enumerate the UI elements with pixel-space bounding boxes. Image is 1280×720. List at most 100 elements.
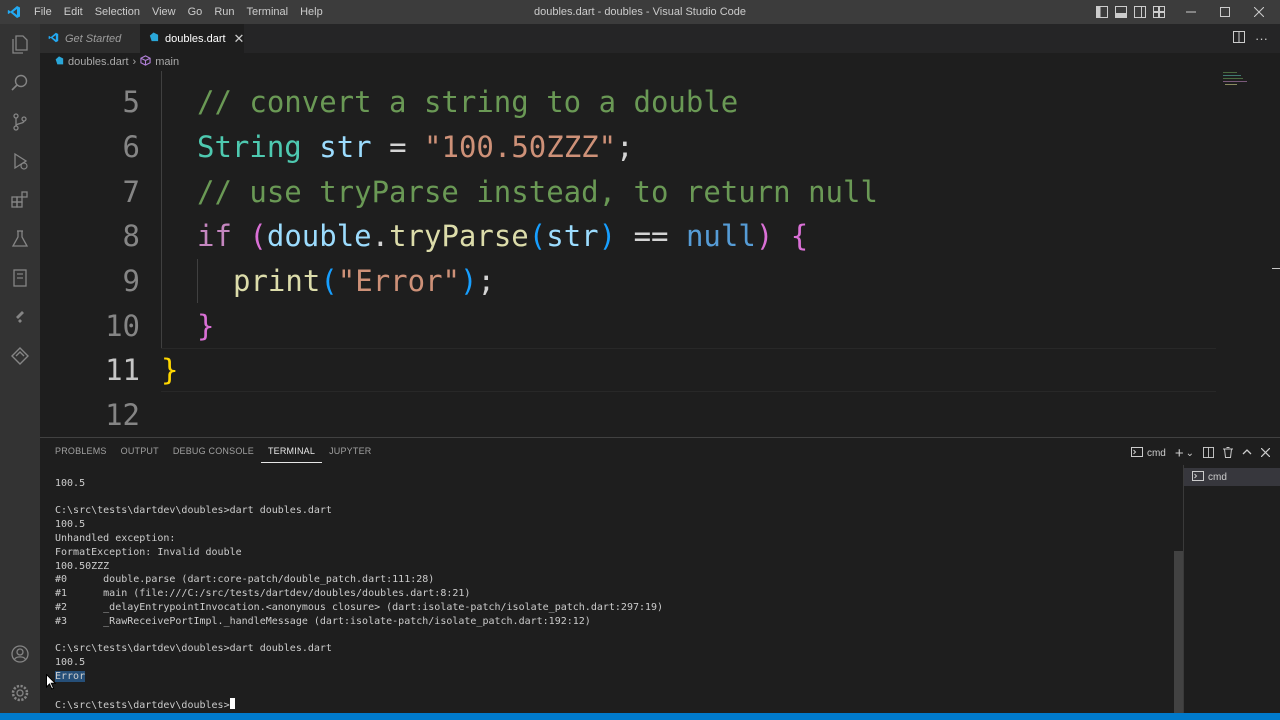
split-editor-icon[interactable]	[1233, 30, 1245, 48]
semicolon-token: ;	[616, 130, 634, 164]
settings-gear-icon[interactable]	[0, 673, 40, 713]
cube-icon	[140, 55, 151, 69]
dart-file-icon	[54, 55, 64, 69]
terminal-line: 100.5	[55, 478, 86, 489]
testing-icon[interactable]	[0, 219, 40, 259]
close-panel-icon[interactable]	[1260, 447, 1271, 460]
breadcrumb-symbol[interactable]: main	[155, 56, 179, 68]
terminal-list-item[interactable]: cmd	[1184, 468, 1280, 486]
activity-bar	[0, 24, 40, 713]
terminal-line: #0 double.parse (dart:core-patch/double_…	[55, 574, 435, 585]
menu-help[interactable]: Help	[294, 6, 329, 18]
chevron-down-icon[interactable]: ⌄	[1186, 448, 1194, 459]
source-control-icon[interactable]	[0, 102, 40, 142]
title-bar: File Edit Selection View Go Run Terminal…	[0, 0, 1280, 24]
code-line-6: String str = "100.50ZZZ";	[197, 125, 634, 169]
code-line-8: if (double.tryParse(str) == null) {	[197, 214, 808, 258]
bracket-token: )	[460, 264, 478, 298]
function-token: tryParse	[389, 219, 529, 253]
dot-token: .	[371, 219, 390, 253]
line-number: 10	[105, 309, 140, 343]
terminal-line: 100.50ZZZ	[55, 561, 110, 572]
customize-layout-icon[interactable]	[1149, 0, 1168, 24]
tab-jupyter[interactable]: JUPYTER	[322, 444, 378, 463]
flutter-icon[interactable]	[0, 297, 40, 337]
terminal-icon	[1130, 447, 1143, 460]
tab-terminal[interactable]: TERMINAL	[260, 444, 323, 463]
terminal-line: FormatException: Invalid double	[55, 547, 242, 558]
tab-label: doubles.dart	[165, 32, 226, 45]
variable-token: str	[546, 219, 599, 253]
extensions-icon[interactable]	[0, 180, 40, 220]
minimap[interactable]	[1223, 71, 1273, 111]
more-actions-icon[interactable]: ···	[1255, 31, 1268, 46]
maximize-icon[interactable]	[1208, 0, 1242, 24]
search-icon[interactable]	[0, 63, 40, 103]
maximize-panel-icon[interactable]	[1242, 448, 1252, 459]
brace-token: {	[790, 219, 809, 253]
bracket-token: (	[528, 219, 547, 253]
tab-get-started[interactable]: Get Started	[40, 24, 140, 53]
notebook-icon[interactable]	[0, 258, 40, 298]
terminal-name[interactable]: cmd	[1147, 448, 1166, 459]
toggle-primary-sidebar-icon[interactable]	[1092, 0, 1111, 24]
tab-doubles-dart[interactable]: doubles.dart ✕	[140, 24, 244, 53]
menu-terminal[interactable]: Terminal	[241, 6, 295, 18]
string-token: "Error"	[337, 264, 460, 298]
line-number: 6	[122, 130, 140, 164]
bracket-token: )	[755, 219, 774, 253]
terminal-line: 100.5	[55, 519, 86, 530]
tab-output[interactable]: OUTPUT	[114, 444, 166, 463]
menu-go[interactable]: Go	[182, 6, 209, 18]
breadcrumb-file[interactable]: doubles.dart	[68, 56, 129, 68]
vscode-logo-icon	[0, 5, 28, 19]
close-icon[interactable]: ✕	[234, 31, 245, 47]
account-icon[interactable]	[0, 634, 40, 674]
close-window-icon[interactable]	[1242, 0, 1276, 24]
selected-text: Error	[55, 671, 86, 682]
bracket-token: (	[320, 264, 338, 298]
terminal-prompt: C:\src\tests\dartdev\doubles>	[55, 700, 230, 711]
menu-selection[interactable]: Selection	[89, 6, 146, 18]
panel-tab-bar: PROBLEMS OUTPUT DEBUG CONSOLE TERMINAL J…	[48, 444, 378, 463]
terminal-output[interactable]: 100.5 C:\src\tests\dartdev\doubles>dart …	[55, 476, 1175, 712]
terminal-line: #2 _delayEntrypointInvocation.<anonymous…	[55, 602, 664, 613]
code-line-9: print("Error");	[233, 259, 495, 303]
bottom-panel: PROBLEMS OUTPUT DEBUG CONSOLE TERMINAL J…	[40, 437, 1280, 714]
mouse-pointer-icon	[46, 673, 57, 690]
run-debug-icon[interactable]	[0, 141, 40, 181]
line-number: 7	[122, 175, 140, 209]
line-number: 9	[122, 264, 140, 298]
menu-view[interactable]: View	[146, 6, 182, 18]
toggle-secondary-sidebar-icon[interactable]	[1130, 0, 1149, 24]
line-number-gutter: 5 6 7 8 9 10 11 12	[40, 71, 140, 437]
minimize-icon[interactable]	[1174, 0, 1208, 24]
explorer-icon[interactable]	[0, 24, 40, 64]
split-terminal-icon[interactable]	[1203, 446, 1214, 461]
editor-tab-bar: Get Started doubles.dart ✕ ···	[40, 24, 1280, 53]
toggle-panel-icon[interactable]	[1111, 0, 1130, 24]
menu-run[interactable]: Run	[208, 6, 240, 18]
variable-token: str	[319, 130, 372, 164]
terminal-selected-line: Error	[55, 670, 86, 683]
breadcrumb: doubles.dart › main	[40, 53, 1280, 71]
menu-edit[interactable]: Edit	[58, 6, 89, 18]
terminal-line: C:\src\tests\dartdev\doubles>dart double…	[55, 643, 332, 654]
dart-devtools-icon[interactable]	[0, 336, 40, 376]
dart-file-icon	[148, 31, 159, 46]
code-editor[interactable]: 5 6 7 8 9 10 11 12 // convert a string t…	[40, 71, 1280, 437]
menu-file[interactable]: File	[28, 6, 58, 18]
trash-icon[interactable]	[1223, 446, 1233, 461]
code-text-area[interactable]: // convert a string to a double String s…	[161, 71, 1221, 437]
class-token: double	[266, 219, 372, 253]
terminal-list-label: cmd	[1208, 471, 1227, 483]
indent-guide	[161, 71, 162, 348]
tab-problems[interactable]: PROBLEMS	[48, 444, 114, 463]
semicolon-token: ;	[477, 264, 495, 298]
new-terminal-icon[interactable]: +	[1175, 445, 1184, 462]
terminal-scrollbar[interactable]	[1174, 551, 1183, 713]
bracket-token: )	[598, 219, 617, 253]
terminal-line: #1 main (file:///C:/src/tests/dartdev/do…	[55, 588, 471, 599]
tab-debug-console[interactable]: DEBUG CONSOLE	[166, 444, 261, 463]
code-line-7: // use tryParse instead, to return null	[197, 170, 878, 214]
